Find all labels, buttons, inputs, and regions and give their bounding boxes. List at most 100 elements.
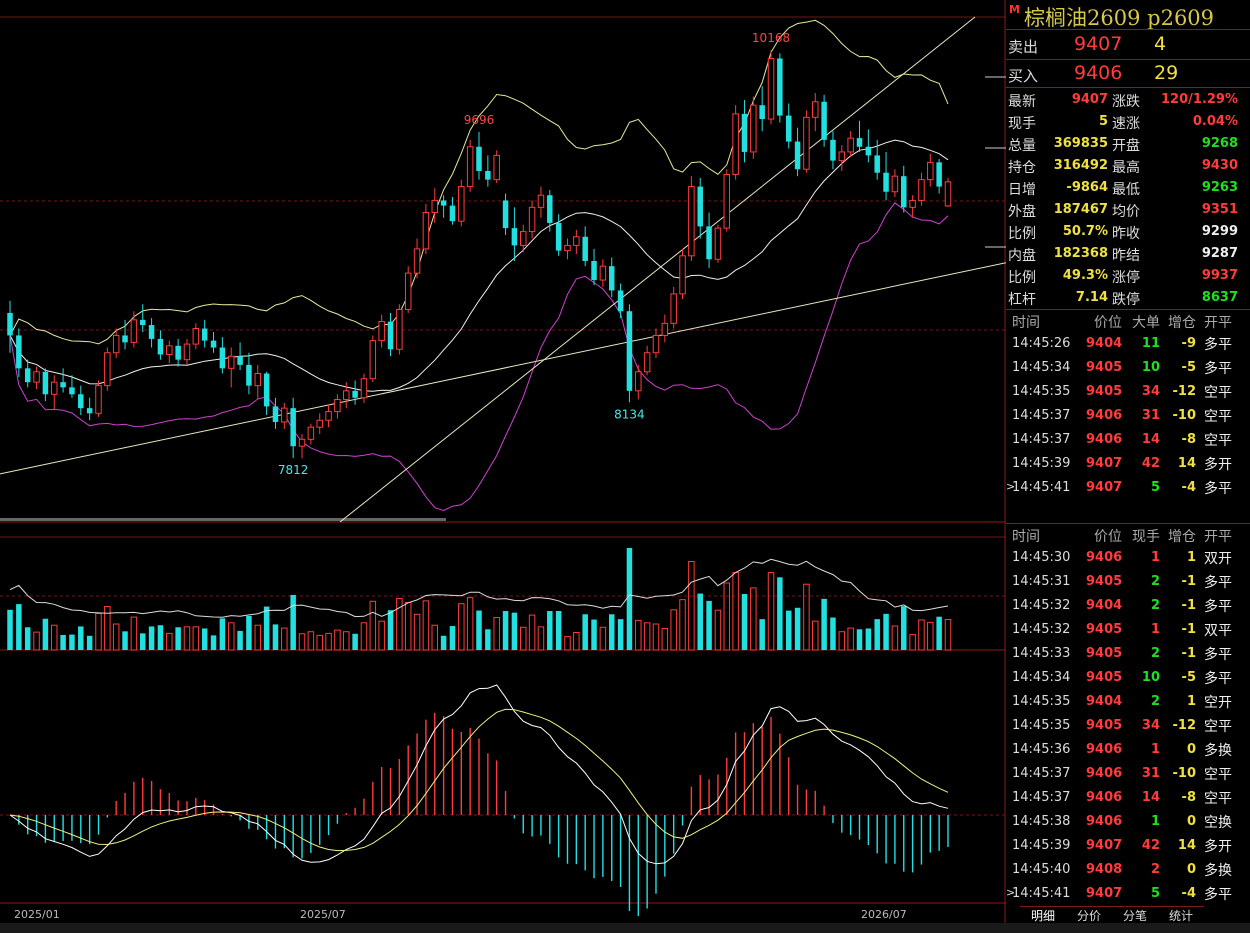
volume-bar (69, 634, 75, 650)
volume-bar (803, 583, 810, 651)
tick-row[interactable]: 14:45:36 9406 1 0 多换 (1006, 738, 1250, 762)
tick-price: 9405 (1086, 574, 1123, 589)
volume-bar (741, 593, 748, 650)
volume-bar (661, 627, 669, 651)
tick-time: 14:45:37 (1012, 766, 1071, 781)
tick-row[interactable]: 14:45:32 9404 2 -1 多平 (1006, 594, 1250, 618)
tick-row[interactable]: 14:45:37 9406 14 -8 空平 (1006, 428, 1250, 452)
volume-bar (777, 577, 783, 650)
tick-type: 空开 (1204, 695, 1232, 711)
tick-row[interactable]: 14:45:37 9406 14 -8 空平 (1006, 786, 1250, 810)
tab-stats[interactable]: 统计 (1158, 906, 1204, 924)
tick-price: 9407 (1086, 838, 1123, 853)
tick-row[interactable]: 14:45:39 9407 42 14 多开 (1006, 452, 1250, 476)
tick-row[interactable]: 14:45:39 9407 42 14 多开 (1006, 834, 1250, 858)
candle-body (502, 200, 509, 229)
candle-body (670, 293, 677, 324)
tab-price-dist[interactable]: 分价 (1066, 906, 1112, 924)
tick-row[interactable]: 14:45:35 9405 34 -12 空平 (1006, 380, 1250, 404)
candle-body (281, 407, 288, 423)
volume-ma-line (9, 558, 949, 618)
kline-chart[interactable]: 10168 9696 7812 8134 2025/01 2025/07 2026/07 (0, 0, 1006, 933)
tick-volume: 14 (1141, 432, 1160, 447)
tab-tick[interactable]: 分笔 (1112, 906, 1158, 924)
tick-row[interactable]: >14:45:41 9407 5 -4 多平 (1006, 476, 1250, 500)
quote-label: 日增 (1008, 182, 1036, 198)
tick-type: 双平 (1204, 623, 1232, 639)
quote-value-right: 120/1.29% (1161, 92, 1238, 107)
h-scrollbar (0, 518, 446, 521)
quote-value: 187467 (1053, 202, 1108, 217)
candle-body (272, 406, 279, 422)
volume-bar (732, 571, 739, 651)
bid-volume: 29 (1154, 62, 1179, 84)
tick-row[interactable]: 14:45:34 9405 10 -5 多平 (1006, 356, 1250, 380)
quote-label: 比例 (1008, 270, 1036, 286)
trendline (339, 16, 976, 523)
tick-oi-change: -5 (1181, 670, 1196, 685)
candle-body (528, 206, 536, 233)
candle-body (803, 116, 810, 170)
tick-time: 14:45:37 (1012, 790, 1071, 805)
volume-bar (476, 610, 482, 650)
tick-row[interactable]: 14:45:34 9405 10 -5 多平 (1006, 666, 1250, 690)
tick-row[interactable]: 14:45:35 9405 34 -12 空平 (1006, 714, 1250, 738)
tick-type: 空平 (1204, 433, 1232, 449)
volume-bar (582, 614, 588, 650)
bid-label: 买入 (1008, 67, 1039, 85)
tick-type: 空换 (1204, 815, 1232, 831)
quote-row: 持仓 316492 最高 9430 (1006, 155, 1250, 177)
volume-bar (148, 626, 155, 650)
volume-bar (697, 593, 703, 650)
tick-price: 9406 (1086, 766, 1123, 781)
volume-bar (485, 629, 491, 650)
tick-row[interactable]: 14:45:31 9405 2 -1 多平 (1006, 570, 1250, 594)
candle-body (537, 194, 545, 208)
candle-body (352, 390, 358, 398)
tab-detail[interactable]: 明细 (1020, 906, 1066, 924)
tick-oi-change: -1 (1181, 646, 1196, 661)
tick-row[interactable]: 14:45:35 9404 2 1 空开 (1006, 690, 1250, 714)
tick-row[interactable]: 14:45:30 9406 1 1 双开 (1006, 546, 1250, 570)
volume-bar (7, 609, 13, 650)
volume-bar (157, 625, 164, 650)
tick-oi-change: -5 (1181, 360, 1196, 375)
tick-oi-change: -12 (1172, 384, 1197, 399)
tick-volume: 1 (1150, 742, 1160, 757)
volume-bar (608, 614, 615, 650)
volume-bar (599, 626, 607, 651)
tick-oi-change: 14 (1177, 838, 1196, 853)
tick-row[interactable]: 14:45:37 9406 31 -10 空平 (1006, 404, 1250, 428)
tick-type: 多平 (1204, 647, 1232, 663)
volume-bar (643, 622, 651, 651)
price-annotation: 8134 (614, 407, 645, 421)
ask-price: 9407 (1074, 33, 1123, 55)
volume-bar (246, 615, 252, 650)
tick-row[interactable]: 14:45:33 9405 2 -1 多平 (1006, 642, 1250, 666)
candle-body (7, 312, 13, 336)
candle-body (564, 244, 571, 252)
candle-body (316, 419, 323, 428)
tick-row[interactable]: >14:45:41 9407 5 -4 多平 (1006, 882, 1250, 906)
quote-row: 比例 49.3% 涨停 9937 (1006, 265, 1250, 287)
tick-row[interactable]: 14:45:37 9406 31 -10 空平 (1006, 762, 1250, 786)
tick-row[interactable]: 14:45:40 9408 2 0 多换 (1006, 858, 1250, 882)
tick-type: 多平 (1204, 599, 1232, 615)
candle-body (847, 137, 854, 153)
candle-body (263, 373, 270, 407)
quote-value-right: 9299 (1201, 224, 1238, 239)
ask-row[interactable]: 卖出 9407 4 (1006, 31, 1250, 59)
chart-svg[interactable]: 10168 9696 7812 8134 2025/01 2025/07 2026/07 (0, 0, 1006, 933)
tick-row[interactable]: 14:45:38 9406 1 0 空换 (1006, 810, 1250, 834)
quote-row: 最新 9407 涨跌 120/1.29% (1006, 89, 1250, 111)
tick-header-cell: 开平 (1204, 315, 1232, 331)
tick-oi-change: -9 (1181, 336, 1196, 351)
tick-price: 9406 (1086, 432, 1123, 447)
tick-row[interactable]: 14:45:26 9404 11 -9 多平 (1006, 332, 1250, 356)
tick-time: 14:45:35 (1012, 718, 1071, 733)
tick-row[interactable]: 14:45:32 9405 1 -1 双平 (1006, 618, 1250, 642)
bid-row[interactable]: 买入 9406 29 (1006, 60, 1250, 88)
candle-body (396, 308, 403, 350)
tick-volume: 2 (1150, 862, 1160, 877)
quote-value: 50.7% (1062, 224, 1108, 239)
